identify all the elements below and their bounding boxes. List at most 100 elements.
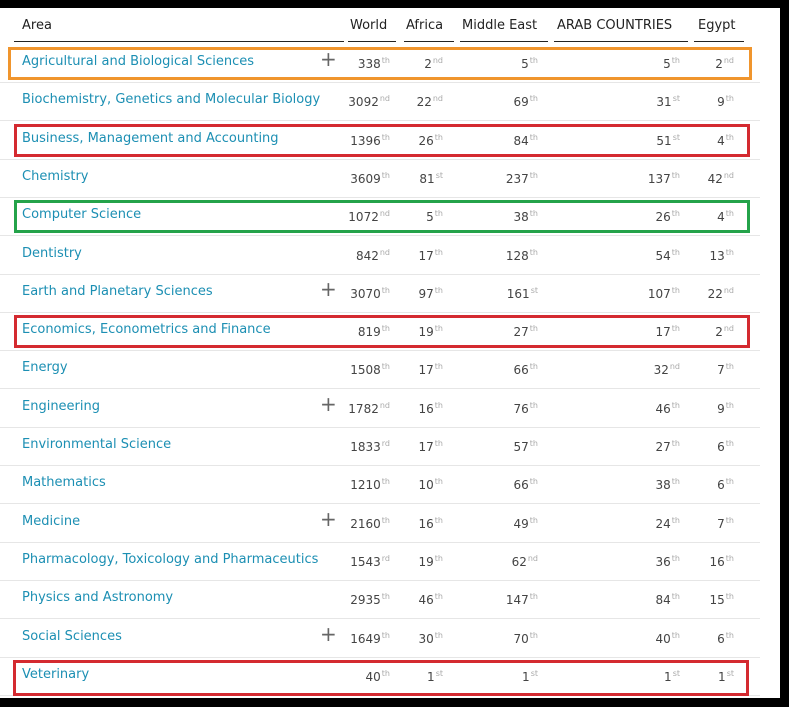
- rank-africa: 17th: [419, 248, 444, 263]
- rank-value: 66: [513, 363, 529, 378]
- rank-value: 30: [418, 631, 434, 646]
- rank-africa: 17th: [419, 439, 444, 454]
- subject-area-link[interactable]: Dentistry: [22, 246, 82, 261]
- rank-suffix: th: [725, 439, 734, 448]
- subject-area-link[interactable]: Social Sciences: [22, 629, 122, 644]
- rank-value: 3609: [350, 171, 381, 186]
- rank-suffix: th: [725, 94, 734, 104]
- rank-world: 1833rd: [350, 439, 390, 454]
- rank-world: 1543rd: [350, 554, 390, 569]
- rank-suffix: th: [434, 400, 443, 410]
- header-africa[interactable]: Africa: [406, 18, 443, 33]
- rank-value: 16: [418, 401, 434, 416]
- rank-africa: 19th: [419, 554, 444, 569]
- subject-area-link[interactable]: Energy: [22, 360, 68, 375]
- header-divider: [404, 41, 454, 42]
- rank-world: 842nd: [356, 248, 390, 263]
- rank-value: 22: [416, 95, 432, 110]
- rank-value: 16: [709, 554, 725, 569]
- rank-value: 15: [709, 593, 725, 608]
- header-arab-countries[interactable]: ARAB COUNTRIES: [557, 18, 672, 33]
- header-egypt[interactable]: Egypt: [698, 18, 736, 33]
- rank-suffix: th: [434, 285, 443, 295]
- subject-area-link[interactable]: Engineering: [22, 399, 100, 414]
- highlight-box-red: [13, 659, 749, 696]
- table-row: Chemistry 3609th 81st 237th 137th 42nd: [0, 159, 760, 198]
- subject-area-link[interactable]: Biochemistry, Genetics and Molecular Bio…: [22, 92, 320, 107]
- rank-suffix: th: [725, 592, 734, 602]
- rank-arab: 27th: [656, 439, 681, 454]
- rank-me: 57th: [514, 439, 539, 454]
- rank-me: 237th: [506, 171, 538, 186]
- rank-value: 66: [513, 478, 529, 493]
- header-divider: [14, 41, 344, 42]
- rank-suffix: th: [671, 515, 680, 525]
- rank-africa: 81st: [419, 171, 443, 186]
- rank-suffix: th: [671, 592, 680, 602]
- rank-value: 9: [717, 95, 725, 110]
- rank-egypt: 22nd: [708, 286, 734, 301]
- rank-suffix: th: [529, 515, 538, 525]
- rank-suffix: th: [671, 630, 680, 640]
- expand-plus-icon[interactable]: +: [320, 624, 337, 644]
- header-middle-east[interactable]: Middle East: [462, 18, 537, 33]
- rank-me: 62nd: [512, 554, 538, 569]
- table-row: Social Sciences +1649th 30th 70th 40th 6th: [0, 619, 760, 658]
- rank-value: 31: [656, 95, 672, 110]
- rank-arab: 54th: [656, 248, 681, 263]
- rank-me: 66th: [514, 477, 539, 492]
- subject-area-link[interactable]: Pharmacology, Toxicology and Pharmaceuti…: [22, 552, 318, 567]
- rank-world: 1782nd: [348, 401, 390, 416]
- expand-plus-icon[interactable]: +: [320, 279, 337, 299]
- rank-suffix: th: [381, 362, 390, 372]
- subject-area-link[interactable]: Medicine: [22, 514, 80, 529]
- rank-suffix: th: [671, 400, 680, 410]
- rank-value: 1508: [350, 363, 381, 378]
- rank-egypt: 42nd: [708, 171, 734, 186]
- rank-value: 70: [513, 631, 529, 646]
- rank-arab: 137th: [648, 171, 680, 186]
- rank-value: 19: [418, 554, 434, 569]
- rank-world: 3092nd: [348, 94, 390, 109]
- rank-arab: 46th: [656, 401, 681, 416]
- rank-egypt: 7th: [717, 516, 734, 531]
- rank-value: 49: [513, 516, 529, 531]
- rank-value: 7: [717, 363, 725, 378]
- rank-value: 1782: [348, 401, 379, 416]
- rank-suffix: nd: [723, 170, 734, 180]
- rank-value: 3070: [350, 286, 381, 301]
- highlight-box-red: [14, 315, 750, 349]
- expand-plus-icon[interactable]: +: [320, 394, 337, 414]
- rank-suffix: th: [381, 285, 390, 295]
- subject-area-link[interactable]: Chemistry: [22, 169, 89, 184]
- rank-egypt: 6th: [717, 631, 734, 646]
- subject-area-link[interactable]: Earth and Planetary Sciences: [22, 284, 213, 299]
- subject-area-link[interactable]: Mathematics: [22, 475, 106, 490]
- rank-value: 57: [513, 440, 529, 454]
- rank-suffix: th: [529, 439, 538, 448]
- table-row: Engineering +1782nd 16th 76th 46th 9th: [0, 389, 760, 428]
- rank-africa: 17th: [419, 362, 444, 377]
- rank-value: 36: [655, 554, 671, 569]
- header-area[interactable]: Area: [22, 18, 52, 33]
- rank-suffix: st: [672, 94, 680, 104]
- rank-suffix: st: [530, 285, 538, 295]
- table-row: Environmental Science 1833rd 17th 57th 27th 6…: [0, 427, 760, 466]
- subject-area-link[interactable]: Physics and Astronomy: [22, 590, 173, 605]
- rank-value: 6: [717, 440, 725, 454]
- rank-egypt: 13th: [710, 248, 735, 263]
- rank-value: 46: [655, 401, 671, 416]
- rank-arab: 107th: [648, 286, 680, 301]
- rank-value: 1210: [350, 478, 381, 493]
- rank-suffix: th: [725, 247, 734, 257]
- rank-arab: 36th: [656, 554, 681, 569]
- table-row: Pharmacology, Toxicology and Pharmaceuti…: [0, 542, 760, 581]
- expand-plus-icon[interactable]: +: [320, 509, 337, 529]
- subject-area-link[interactable]: Environmental Science: [22, 437, 171, 452]
- rank-world: 3609th: [350, 171, 390, 186]
- header-world[interactable]: World: [350, 18, 387, 33]
- rank-suffix: th: [434, 362, 443, 372]
- rank-suffix: th: [529, 170, 538, 180]
- rank-value: 9: [717, 401, 725, 416]
- rank-arab: 84th: [656, 592, 681, 607]
